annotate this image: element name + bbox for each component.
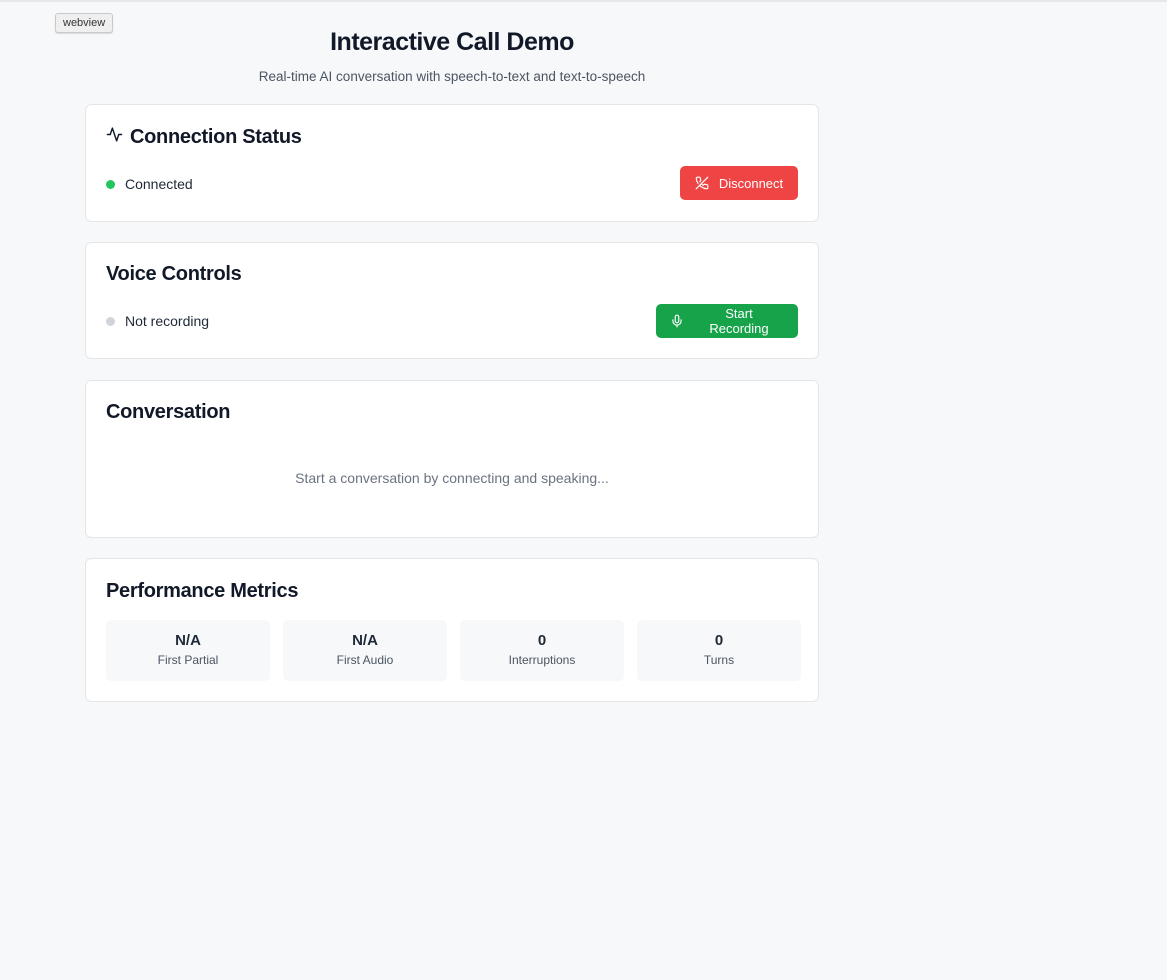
recording-status-text: Not recording	[125, 313, 210, 329]
voice-controls-heading: Voice Controls	[106, 263, 242, 285]
metric-label: First Audio	[336, 653, 394, 667]
status-dot	[106, 179, 115, 189]
metric-value: 0	[537, 632, 547, 649]
performance-metrics-heading: Performance Metrics	[106, 580, 299, 602]
connection-status-indicator: Connected	[106, 176, 193, 192]
metric-turns: 0 Turns	[637, 620, 801, 681]
recording-status-indicator: Not recording	[106, 313, 209, 329]
metric-value: N/A	[352, 632, 378, 649]
performance-metrics-card: Performance Metrics N/A First Partial N/…	[85, 558, 819, 702]
page-header: Interactive Call Demo Real-time AI conve…	[86, 27, 818, 85]
start-recording-button-label: Start Recording	[709, 306, 769, 336]
microphone-icon	[670, 314, 684, 328]
connection-status-heading: Connection Status	[106, 125, 302, 149]
connection-status-title: Connection Status	[130, 126, 302, 148]
metric-first-partial: N/A First Partial	[106, 620, 270, 681]
connection-status-card: Connection Status Connected Disconnect	[85, 104, 819, 222]
page-subtitle: Real-time AI conversation with speech-to…	[258, 69, 646, 84]
top-border	[0, 0, 1167, 2]
metric-interruptions: 0 Interruptions	[460, 620, 624, 681]
metric-first-audio: N/A First Audio	[283, 620, 447, 681]
disconnect-button-label: Disconnect	[718, 175, 784, 191]
metrics-grid: N/A First Partial N/A First Audio 0 Inte…	[106, 620, 801, 681]
page-title: Interactive Call Demo	[330, 28, 574, 56]
metric-value: 0	[714, 632, 724, 649]
metric-label: Turns	[703, 653, 735, 667]
activity-icon	[106, 125, 123, 149]
metric-label: First Partial	[157, 653, 219, 667]
conversation-placeholder: Start a conversation by connecting and s…	[295, 470, 609, 486]
connection-status-text: Connected	[125, 176, 193, 192]
conversation-card: Conversation Start a conversation by con…	[85, 380, 819, 538]
phone-off-icon	[695, 176, 709, 190]
disconnect-button[interactable]: Disconnect	[680, 166, 798, 200]
conversation-heading: Conversation	[106, 401, 231, 423]
metric-label: Interruptions	[508, 653, 576, 667]
metric-value: N/A	[175, 632, 201, 649]
status-dot	[106, 316, 115, 326]
start-recording-button[interactable]: Start Recording	[656, 304, 798, 338]
voice-controls-card: Voice Controls Not recording Start Recor…	[85, 242, 819, 359]
